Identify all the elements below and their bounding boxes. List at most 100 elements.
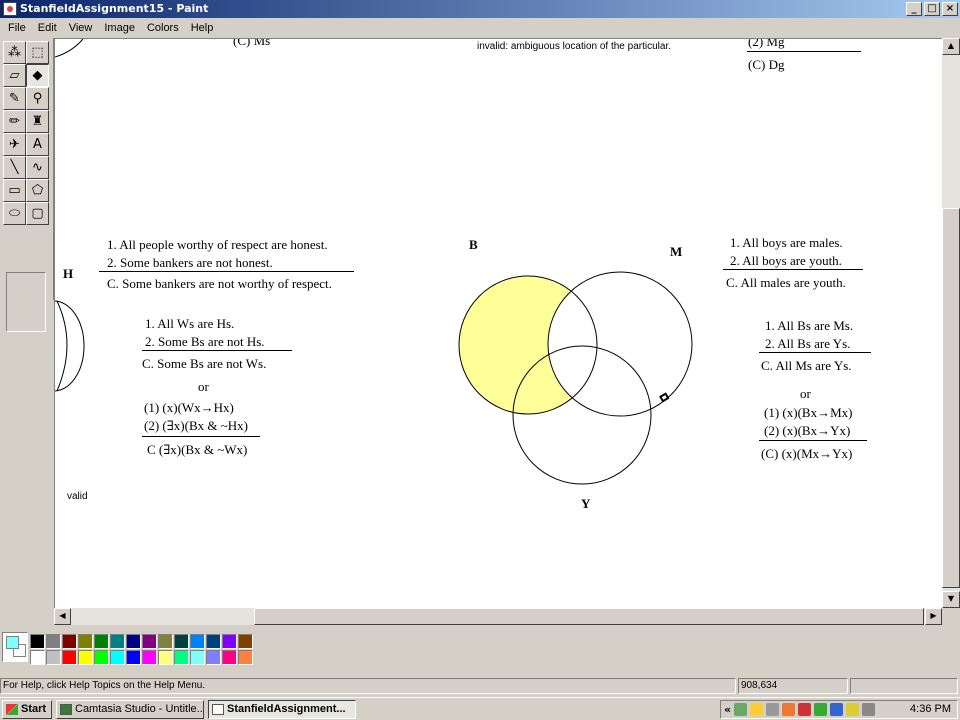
vertical-scrollbar[interactable]: ▲ ▼ [942, 38, 960, 608]
arg2-formula-1: (1) (x)(Wx→Hx) [144, 400, 234, 415]
arg2-premise-1: 1. All Ws are Hs. [145, 316, 235, 331]
color-swatch[interactable] [190, 634, 205, 649]
drawing-canvas[interactable]: (C) Ms invalid: ambiguous location of th… [54, 38, 942, 608]
color-swatch[interactable] [94, 634, 109, 649]
paint-app-icon[interactable] [3, 2, 17, 16]
tray-app-icon[interactable] [782, 703, 796, 716]
color-swatch[interactable] [126, 650, 141, 665]
color-swatch[interactable] [222, 634, 237, 649]
color-swatch[interactable] [206, 650, 221, 665]
line-tool[interactable]: ╲ [3, 156, 26, 179]
color-palette [0, 628, 960, 674]
scroll-down-icon[interactable]: ▼ [942, 591, 960, 608]
rounded-rectangle-tool[interactable]: ▢ [26, 202, 49, 225]
color-swatch[interactable] [222, 650, 237, 665]
rectangle-tool[interactable]: ▭ [3, 179, 26, 202]
start-label: Start [21, 703, 47, 715]
color-swatch[interactable] [110, 634, 125, 649]
menu-help[interactable]: Help [185, 22, 220, 34]
color-swatch[interactable] [46, 650, 61, 665]
color-swatch[interactable] [158, 634, 173, 649]
pick-color-tool[interactable]: ✎ [3, 87, 26, 110]
color-swatch[interactable] [174, 634, 189, 649]
polygon-tool[interactable]: ⬠ [26, 179, 49, 202]
color-swatch[interactable] [78, 634, 93, 649]
tray-folder-icon[interactable] [750, 703, 764, 716]
minimize-button[interactable]: _ [906, 2, 922, 16]
tray-record-icon[interactable] [814, 703, 828, 716]
color-swatch[interactable] [206, 634, 221, 649]
tray-expand-icon[interactable]: « [724, 703, 731, 716]
venn-mask-m [548, 276, 597, 414]
color-swatch[interactable] [190, 650, 205, 665]
color-swatches [30, 634, 253, 665]
top-left-partial-text: (C) Ms [233, 38, 271, 48]
task-camtasia[interactable]: Camtasia Studio - Untitle... [56, 700, 204, 719]
text-tool[interactable]: A [26, 133, 49, 156]
scroll-left-icon[interactable]: ◀ [54, 608, 71, 625]
menu-colors[interactable]: Colors [141, 22, 185, 34]
menu-image[interactable]: Image [98, 22, 141, 34]
color-swatch[interactable] [142, 650, 157, 665]
arg4-formula-conclusion: (C) (x)(Mx→Yx) [761, 446, 853, 461]
task-camtasia-label: Camtasia Studio - Untitle... [75, 703, 204, 715]
menu-file[interactable]: File [2, 22, 32, 34]
color-swatch[interactable] [78, 650, 93, 665]
color-swatch[interactable] [30, 650, 45, 665]
brush-tool[interactable]: ♜ [26, 110, 49, 133]
tray-device-icon[interactable] [766, 703, 780, 716]
menu-edit[interactable]: Edit [32, 22, 63, 34]
window-title: StanfieldAssignment15 - Paint [20, 2, 209, 15]
start-button[interactable]: Start [2, 700, 52, 719]
tray-network-icon[interactable] [734, 703, 748, 716]
horizontal-scrollbar[interactable]: ◀ ▶ [54, 608, 942, 625]
line-tool-icon: ╲ [10, 160, 19, 175]
color-swatch[interactable] [238, 650, 253, 665]
color-swatch[interactable] [94, 650, 109, 665]
eraser-tool[interactable]: ▱ [3, 64, 26, 87]
partial-circle-top-left [55, 39, 84, 58]
curve-tool[interactable]: ∿ [26, 156, 49, 179]
color-swatch[interactable] [110, 650, 125, 665]
horizontal-scroll-thumb[interactable] [254, 608, 924, 625]
rounded-rectangle-tool-icon: ▢ [31, 206, 44, 221]
color-swatch[interactable] [62, 650, 77, 665]
ellipse-tool[interactable]: ⬭ [3, 202, 26, 225]
arg1-rule [99, 271, 354, 272]
color-swatch[interactable] [62, 634, 77, 649]
tray-volume-icon[interactable] [862, 703, 876, 716]
fill-tool[interactable]: ◆ [26, 64, 49, 87]
status-size [850, 678, 958, 694]
windows-flag-icon [6, 704, 18, 715]
scroll-right-icon[interactable]: ▶ [925, 608, 942, 625]
arg1-premise-1: 1. All people worthy of respect are hone… [107, 237, 328, 252]
tray-bluetooth-icon[interactable] [830, 703, 844, 716]
tray-security-icon[interactable] [798, 703, 812, 716]
arg2-premise-2: 2. Some Bs are not Hs. [145, 334, 265, 349]
color-swatch[interactable] [142, 634, 157, 649]
vertical-scroll-thumb[interactable] [942, 208, 960, 588]
color-swatch[interactable] [158, 650, 173, 665]
free-form-select-tool[interactable]: ⁂ [3, 41, 26, 64]
maximize-button[interactable]: □ [924, 2, 940, 16]
airbrush-tool[interactable]: ✈ [3, 133, 26, 156]
color-swatch[interactable] [174, 650, 189, 665]
task-paint[interactable]: StanfieldAssignment... [208, 700, 356, 719]
top-right-premise-2: (2) Mg [748, 38, 785, 49]
current-colors[interactable] [2, 632, 28, 662]
top-right-rule [747, 51, 861, 52]
color-swatch[interactable] [30, 634, 45, 649]
venn-label-y: Y [581, 496, 591, 511]
tray-messenger-icon[interactable] [846, 703, 860, 716]
pencil-tool[interactable]: ✏ [3, 110, 26, 133]
color-swatch[interactable] [126, 634, 141, 649]
fill-tool-icon: ◆ [32, 68, 43, 83]
color-swatch[interactable] [46, 634, 61, 649]
color-swatch[interactable] [238, 634, 253, 649]
tool-options-panel[interactable] [6, 272, 46, 332]
close-button[interactable]: × [942, 2, 958, 16]
scroll-up-icon[interactable]: ▲ [942, 38, 960, 55]
menu-view[interactable]: View [63, 22, 99, 34]
magnifier-tool[interactable]: ⚲ [26, 87, 49, 110]
select-tool[interactable]: ⬚ [26, 41, 49, 64]
